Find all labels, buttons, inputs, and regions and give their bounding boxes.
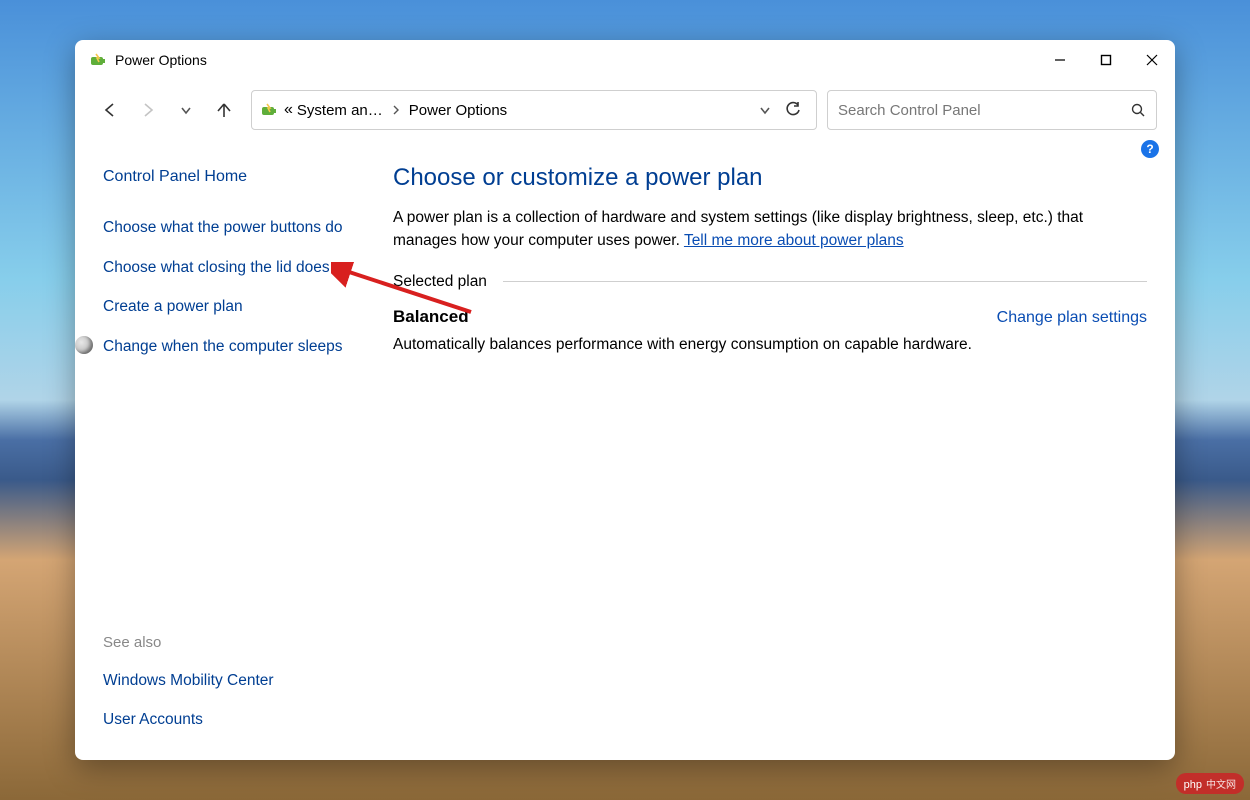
- learn-more-link[interactable]: Tell me more about power plans: [684, 232, 904, 249]
- control-panel-window: Power Options: [75, 40, 1175, 760]
- breadcrumb-seg-system[interactable]: System an…: [293, 102, 387, 119]
- minimize-button[interactable]: [1037, 40, 1083, 80]
- refresh-button[interactable]: [784, 101, 802, 119]
- sidebar-link-sleep[interactable]: Change when the computer sleeps: [103, 336, 343, 358]
- plan-name: Balanced: [393, 307, 469, 327]
- close-button[interactable]: [1129, 40, 1175, 80]
- main-content: Choose or customize a power plan A power…: [393, 154, 1147, 740]
- window-controls: [1037, 40, 1175, 80]
- sidebar-link-user-accounts[interactable]: User Accounts: [103, 700, 363, 740]
- body: Control Panel Home Choose what the power…: [75, 144, 1175, 760]
- sidebar-link-create-plan[interactable]: Create a power plan: [103, 287, 363, 327]
- divider: [503, 281, 1147, 282]
- forward-button[interactable]: [131, 93, 165, 127]
- chevron-down-icon[interactable]: [758, 103, 772, 117]
- sidebar-link-closing-lid[interactable]: Choose what closing the lid does: [103, 248, 363, 288]
- selected-plan-label: Selected plan: [393, 273, 503, 291]
- selected-plan-section-header: Selected plan: [393, 273, 1147, 291]
- page-description: A power plan is a collection of hardware…: [393, 206, 1147, 253]
- search-icon[interactable]: [1130, 102, 1146, 118]
- titlebar: Power Options: [75, 40, 1175, 80]
- search-input[interactable]: [838, 102, 1130, 119]
- battery-icon: [89, 51, 107, 69]
- sidebar-link-sleep-row: Change when the computer sleeps: [103, 327, 363, 367]
- search-box[interactable]: [827, 90, 1157, 130]
- nav-arrows: [93, 93, 241, 127]
- recent-locations-button[interactable]: [169, 93, 203, 127]
- breadcrumb-prefix: «: [284, 101, 293, 119]
- page-heading: Choose or customize a power plan: [393, 164, 1147, 192]
- up-button[interactable]: [207, 93, 241, 127]
- back-button[interactable]: [93, 93, 127, 127]
- breadcrumb[interactable]: « System an… Power Options: [251, 90, 817, 130]
- sidebar-link-mobility-center[interactable]: Windows Mobility Center: [103, 661, 363, 701]
- watermark-badge: php中文网: [1176, 773, 1244, 794]
- change-plan-settings-link[interactable]: Change plan settings: [997, 309, 1147, 327]
- control-panel-home-link[interactable]: Control Panel Home: [103, 154, 363, 208]
- breadcrumb-seg-power[interactable]: Power Options: [405, 102, 511, 119]
- battery-icon: [260, 101, 278, 119]
- window-title: Power Options: [115, 52, 207, 68]
- maximize-button[interactable]: [1083, 40, 1129, 80]
- plan-description: Automatically balances performance with …: [393, 333, 1147, 356]
- plan-row: Balanced Change plan settings: [393, 307, 1147, 327]
- see-also-label: See also: [103, 624, 363, 661]
- sidebar-link-power-buttons[interactable]: Choose what the power buttons do: [103, 208, 363, 248]
- chevron-right-icon: [387, 105, 405, 115]
- moon-icon: [75, 336, 93, 354]
- sidebar: Control Panel Home Choose what the power…: [103, 154, 363, 740]
- toolbar: « System an… Power Options: [75, 80, 1175, 144]
